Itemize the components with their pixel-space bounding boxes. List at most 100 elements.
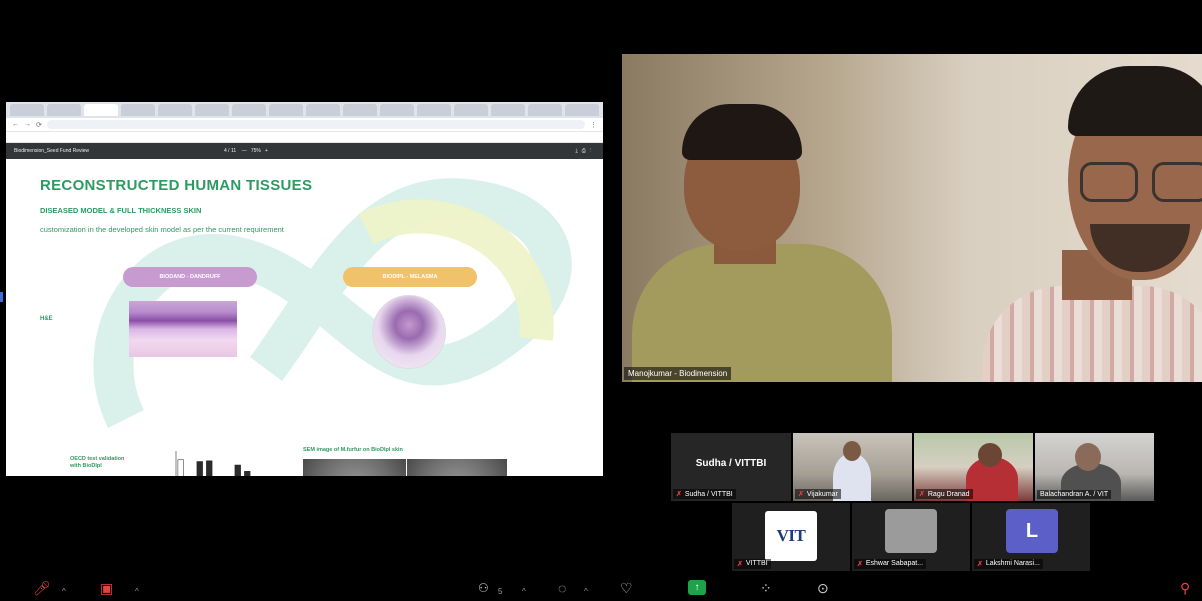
reload-icon[interactable]: ⟳ [36, 121, 42, 129]
left-scroll-marker[interactable] [0, 292, 3, 302]
forward-icon[interactable]: → [24, 121, 31, 128]
speaker-person-2-glasses-left [1080, 162, 1138, 202]
browser-tab[interactable] [195, 104, 229, 116]
bookmarks-bar [6, 132, 603, 143]
participant-tile-eshwar[interactable]: ✗ Eshwar Sabapat... [852, 503, 970, 571]
participant-strip-2: VIT ✗ VITTBI ✗ Eshwar Sabapat... L ✗ Lakshm… [732, 503, 1094, 571]
melasma-tissue-image [372, 295, 446, 369]
participant-tile-lakshmi[interactable]: L ✗ Lakshmi Narasi... [972, 503, 1090, 571]
reactions-icon[interactable]: ♡ [620, 579, 633, 597]
browser-tab[interactable] [158, 104, 192, 116]
apps-icon[interactable]: ⁘ [760, 579, 772, 597]
mic-off-icon: ✗ [676, 491, 682, 498]
browser-tab[interactable] [269, 104, 303, 116]
chart-bar [244, 471, 251, 476]
participant-tile-sudha[interactable]: Sudha / VITTBI ✗ Sudha / VITTBI [671, 433, 791, 501]
browser-tab[interactable] [84, 104, 118, 116]
speaker-video-tile[interactable]: Manojkumar - Biodimension [622, 54, 1202, 382]
browser-tab-bar [6, 102, 603, 118]
participant-name: Ragu Dranad [927, 490, 970, 498]
participant-name: Vijakumar [806, 490, 838, 498]
slide-description: customization in the developed skin mode… [40, 225, 284, 234]
video-options-chevron-icon[interactable]: ^ [135, 583, 139, 601]
mic-off-icon: ✗ [857, 561, 863, 568]
chat-icon[interactable]: ◌ [558, 579, 566, 597]
participant-label: ✗ Sudha / VITTBI [673, 489, 736, 499]
slide-title: RECONSTRUCTED HUMAN TISSUES [40, 177, 313, 194]
chat-chevron-icon[interactable]: ^ [584, 583, 588, 601]
participant-name: Eshwar Sabapat... [865, 560, 924, 567]
participant-label: ✗ Ragu Dranad [916, 489, 973, 499]
share-screen-icon[interactable]: ↑ [688, 580, 706, 595]
chart-bar [177, 459, 184, 476]
participant-avatar [885, 509, 937, 553]
browser-tab[interactable] [306, 104, 340, 116]
shared-screen: ← → ⟳ ⋮ Biodimension_Seed Fund Review 4 … [6, 102, 603, 476]
pdf-download-print-icon[interactable]: ⤓⎙⋮ [565, 148, 595, 154]
he-label: H&E [40, 316, 53, 322]
security-shield-icon[interactable]: ⚲ [1180, 579, 1190, 597]
address-input[interactable] [46, 120, 585, 129]
vit-logo: VIT [765, 511, 817, 561]
browser-tab[interactable] [528, 104, 562, 116]
video-off-icon[interactable]: ▣ [100, 579, 113, 597]
he-stain-image [129, 301, 237, 357]
participant-label: ✗ Eshwar Sabapat... [854, 559, 927, 569]
browser-tab[interactable] [121, 104, 155, 116]
participant-label: ✗ Vijakumar [795, 489, 841, 499]
mic-off-icon: ✗ [737, 561, 743, 568]
participant-tile-vijakumar[interactable]: ✗ Vijakumar [793, 433, 912, 501]
pdf-viewer-toolbar: Biodimension_Seed Fund Review 4 / 11 — 7… [6, 143, 603, 159]
sem-caption: SEM image of M.furfur on BioDIpl skin [303, 447, 403, 453]
browser-tab[interactable] [565, 104, 599, 116]
browser-tab[interactable] [232, 104, 266, 116]
browser-tab[interactable] [454, 104, 488, 116]
pdf-file-name: Biodimension_Seed Fund Review [14, 148, 90, 154]
participant-name: VITTBI [745, 560, 768, 567]
sem-image-1 [303, 459, 406, 476]
sem-image-2 [407, 459, 507, 476]
browser-tab[interactable] [47, 104, 81, 116]
participants-count: 5 [498, 587, 503, 596]
speaker-person-1 [632, 244, 892, 382]
participant-head [1075, 443, 1101, 471]
participant-tile-balachandran[interactable]: Balachandran A. / VIT [1035, 433, 1154, 501]
oecd-bar-chart: 12345678 [175, 451, 251, 476]
chart-bar [234, 464, 241, 476]
participants-chevron-icon[interactable]: ^ [522, 583, 526, 601]
slide-subtitle: DISEASED MODEL & FULL THICKNESS SKIN [40, 206, 202, 215]
participant-label: ✗ VITTBI [734, 559, 771, 569]
meeting-toolbar: 🎤︎ ^ ▣ ^ ⚇ 5 ^ ◌ ^ ♡ ↑ ⁘ ⊙ ⚲ [0, 576, 1202, 601]
pill-melasma: BIODIPL - MELASMA [343, 267, 477, 287]
vit-logo-text: VIT [776, 526, 806, 545]
participant-head [843, 441, 861, 461]
speaker-person-2 [982, 286, 1202, 382]
speaker-person-1-hair [682, 104, 802, 160]
extensions-icon[interactable]: ⋮ [590, 121, 597, 129]
more-options-icon[interactable]: ⊙ [817, 579, 829, 597]
participants-icon[interactable]: ⚇ [478, 579, 489, 597]
browser-tab[interactable] [10, 104, 44, 116]
chart-bar [206, 460, 213, 476]
participant-tile-ragu[interactable]: ✗ Ragu Dranad [914, 433, 1033, 501]
participant-head [978, 443, 1002, 467]
participant-tile-vittbi[interactable]: VIT ✗ VITTBI [732, 503, 850, 571]
browser-tab[interactable] [343, 104, 377, 116]
participant-display-name: Sudha / VITTBI [695, 458, 767, 469]
browser-tab[interactable] [491, 104, 525, 116]
participant-name: Lakshmi Narasi... [985, 560, 1040, 567]
mic-options-chevron-icon[interactable]: ^ [62, 583, 66, 601]
presentation-slide: RECONSTRUCTED HUMAN TISSUES DISEASED MOD… [6, 159, 603, 476]
speaker-person-2-hair [1068, 66, 1202, 136]
browser-tab[interactable] [417, 104, 451, 116]
pdf-page-indicator: 4 / 11 — 75% + [224, 148, 268, 154]
back-icon[interactable]: ← [12, 121, 19, 128]
speaker-person-2-glasses-right [1152, 162, 1202, 202]
participant-name: Sudha / VITTBI [684, 490, 733, 498]
speaker-name-label: Manojkumar - Biodimension [624, 367, 732, 380]
participant-label: ✗ Lakshmi Narasi... [974, 559, 1043, 569]
participant-strip-1: Sudha / VITTBI ✗ Sudha / VITTBI ✗ Vijakuma… [671, 433, 1156, 501]
mic-off-icon[interactable]: 🎤︎ [33, 579, 51, 597]
browser-tab[interactable] [380, 104, 414, 116]
mic-off-icon: ✗ [919, 491, 925, 498]
